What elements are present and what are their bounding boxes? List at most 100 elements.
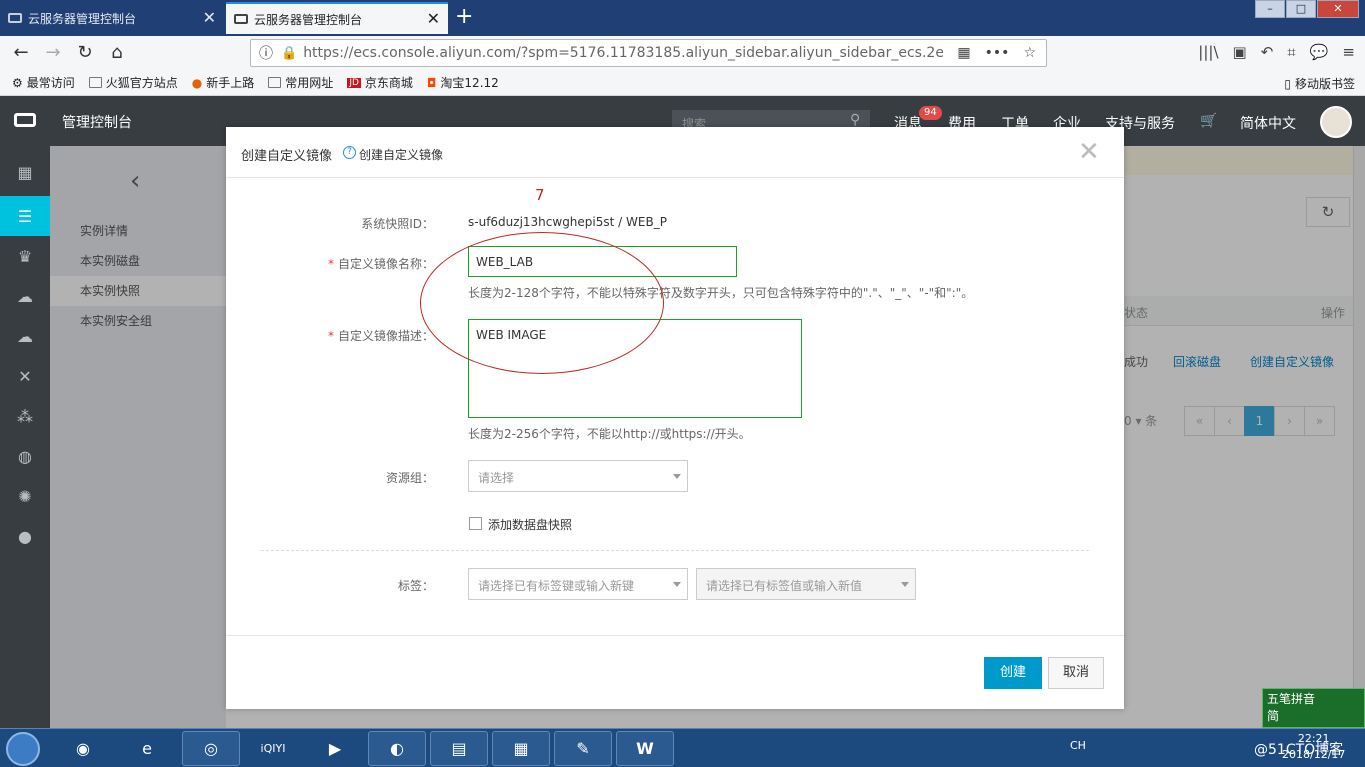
mobile-bookmarks[interactable]: ▯ 移动版书签 xyxy=(1284,75,1355,92)
tab-close-icon[interactable]: ✕ xyxy=(203,10,216,26)
aliyun-logo-icon[interactable] xyxy=(14,113,36,127)
taobao-icon: ◘ xyxy=(426,75,437,90)
help-link[interactable]: 创建自定义镜像 xyxy=(359,146,443,163)
toolbar-right: |||\ ▣ ↶ ⌗ 💬 ≡ xyxy=(1198,43,1355,61)
menu-icon[interactable]: ≡ xyxy=(1342,43,1355,61)
label-text: 自定义镜像名称： xyxy=(337,257,434,271)
bookmark-label: 常用网址 xyxy=(285,76,334,90)
grid-icon[interactable]: ▦ xyxy=(0,152,50,192)
360-icon[interactable]: ◎ xyxy=(182,731,240,766)
bookmarks-bar: ⚙ 最常访问 火狐官方站点 ● 新手上路 常用网址 JD 京东商城 ◘ 淘宝12.12 … xyxy=(0,70,1365,96)
ime-charset[interactable]: 简 xyxy=(1267,708,1360,725)
back-button[interactable]: ← xyxy=(8,41,34,65)
tag-value-select[interactable]: 请选择已有标签值或输入新值 xyxy=(696,568,916,600)
cart-icon[interactable]: 🛒 xyxy=(1200,113,1217,129)
windows-taskbar: ◉ e ◎ iQIYI ▶ ◐ ▤ ▦ ✎ W CH 22:21 2018/12… xyxy=(0,728,1365,767)
help-icon[interactable]: ? xyxy=(343,146,356,159)
info-icon[interactable]: ⓘ xyxy=(259,43,273,63)
bookmark-label: 淘宝12.12 xyxy=(440,76,499,90)
notepad-icon[interactable]: ✎ xyxy=(554,731,612,766)
tab-close-icon[interactable]: ✕ xyxy=(427,11,440,27)
annotation-ellipse xyxy=(420,232,664,374)
start-button[interactable] xyxy=(6,732,40,766)
bookmark-jd[interactable]: JD 京东商城 xyxy=(347,74,413,91)
watermark: @51CTO博客 xyxy=(1254,742,1344,758)
gear-icon[interactable]: ✺ xyxy=(0,476,50,516)
message-count-badge: 94 xyxy=(919,106,942,120)
tool-icon[interactable]: ▦ xyxy=(492,731,550,766)
circle-icon[interactable]: ● xyxy=(0,516,50,556)
bookmark-label: 新手上路 xyxy=(206,76,255,90)
globe-icon[interactable]: ◍ xyxy=(0,436,50,476)
window-close-button[interactable]: ✕ xyxy=(1317,0,1359,18)
page-actions-icon[interactable]: ••• xyxy=(985,45,1010,61)
aliyun-favicon-icon xyxy=(234,14,248,24)
library-icon[interactable]: |||\ xyxy=(1198,43,1218,61)
select-placeholder: 请选择 xyxy=(478,471,515,485)
label-text: 自定义镜像描述： xyxy=(337,329,434,343)
console-title[interactable]: 管理控制台 xyxy=(62,112,132,132)
language-indicator[interactable]: CH xyxy=(1070,739,1086,752)
folder-icon xyxy=(268,77,282,88)
bookmark-star-icon[interactable]: ☆ xyxy=(1023,45,1036,61)
image-desc-label: * 自定义镜像描述： xyxy=(328,327,434,344)
url-text[interactable]: https://ecs.console.aliyun.com/?spm=5176… xyxy=(303,45,943,61)
image-name-label: * 自定义镜像名称： xyxy=(328,255,434,272)
url-bar[interactable]: ⓘ 🔒 https://ecs.console.aliyun.com/?spm=… xyxy=(250,39,1047,67)
folder-icon xyxy=(88,77,102,88)
annotation-step-number: 7 xyxy=(535,186,545,204)
tab-active[interactable]: 云服务器管理控制台 ✕ xyxy=(226,2,448,34)
bookmark-firefox-site[interactable]: 火狐官方站点 xyxy=(88,74,178,91)
firefox-icon[interactable]: ◐ xyxy=(368,731,426,766)
cross-icon[interactable]: ✕ xyxy=(0,356,50,396)
image-desc-hint: 长度为2-256个字符，不能以http://或https://开头。 xyxy=(468,427,751,441)
word-icon[interactable]: W xyxy=(616,731,674,766)
ime-mode[interactable]: 五笔拼音 xyxy=(1267,691,1360,708)
minimize-button[interactable]: – xyxy=(1255,0,1285,18)
snapshot-id-value: s-uf6duzj13hcwghepi5st / WEB_P xyxy=(468,215,667,229)
bookmark-taobao[interactable]: ◘ 淘宝12.12 xyxy=(427,74,499,91)
required-mark: * xyxy=(327,329,334,343)
bookmark-most-visited[interactable]: ⚙ 最常访问 xyxy=(12,74,75,91)
bookmark-label: 火狐官方站点 xyxy=(105,76,178,90)
create-button[interactable]: 创建 xyxy=(984,657,1042,689)
cluster-icon[interactable]: ⁂ xyxy=(0,396,50,436)
window-controls: – □ ✕ xyxy=(1254,0,1359,18)
search-icon[interactable]: ⚲ xyxy=(850,112,860,128)
new-tab-button[interactable]: + xyxy=(455,4,473,29)
cancel-button[interactable]: 取消 xyxy=(1048,657,1104,689)
tab-title: 云服务器管理控制台 xyxy=(254,12,363,27)
trophy-icon[interactable]: ♛ xyxy=(0,236,50,276)
cloud-upload-icon[interactable]: ☁ xyxy=(0,316,50,356)
chat-icon[interactable]: 💬 xyxy=(1310,43,1329,61)
bookmark-getting-started[interactable]: ● 新手上路 xyxy=(192,74,255,91)
bookmark-common-sites[interactable]: 常用网址 xyxy=(268,74,333,91)
tag-key-select[interactable]: 请选择已有标签键或输入新键 xyxy=(468,568,688,600)
maximize-button[interactable]: □ xyxy=(1286,0,1316,18)
dialog-header: 创建自定义镜像 ? 创建自定义镜像 ✕ xyxy=(226,127,1124,178)
bookmark-label: 京东商城 xyxy=(364,76,413,90)
app-colors-icon[interactable]: ◉ xyxy=(54,731,112,766)
forward-button[interactable]: → xyxy=(40,41,66,65)
bookmark-label: 最常访问 xyxy=(26,76,75,90)
reload-button[interactable]: ↻ xyxy=(72,41,98,65)
dialog-close-icon[interactable]: ✕ xyxy=(1078,137,1100,167)
qr-code-icon[interactable]: ▦ xyxy=(957,45,970,61)
resource-group-select[interactable]: 请选择 xyxy=(468,460,688,492)
ie-icon[interactable]: e xyxy=(118,731,176,766)
tab-inactive[interactable]: 云服务器管理控制台 ✕ xyxy=(0,2,224,34)
add-disk-snapshot-label[interactable]: 添加数据盘快照 xyxy=(488,516,572,533)
sidebar-icon[interactable]: ▣ xyxy=(1233,43,1247,61)
add-disk-snapshot-checkbox[interactable] xyxy=(469,517,482,530)
language-selector[interactable]: 简体中文 xyxy=(1240,113,1296,133)
home-button[interactable]: ⌂ xyxy=(104,41,130,65)
ime-toolbar[interactable]: 五笔拼音 简 xyxy=(1262,688,1365,728)
explorer-icon[interactable]: ▤ xyxy=(430,731,488,766)
iqiyi-icon[interactable]: iQIYI xyxy=(244,731,302,766)
avatar[interactable] xyxy=(1320,106,1352,138)
list-icon[interactable]: ☰ xyxy=(0,196,50,236)
cloud-icon[interactable]: ☁ xyxy=(0,276,50,316)
player-icon[interactable]: ▶ xyxy=(306,731,364,766)
screenshot-icon[interactable]: ⌗ xyxy=(1287,43,1295,61)
undo-icon[interactable]: ↶ xyxy=(1261,43,1274,61)
